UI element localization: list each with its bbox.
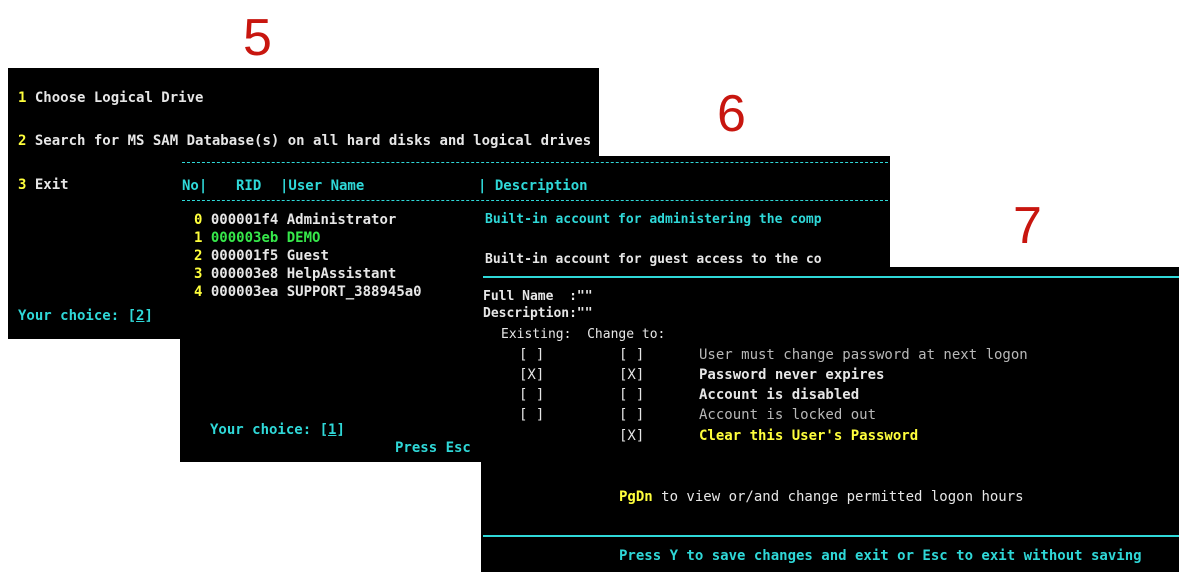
menu-option-2[interactable]: 2 Search for MS SAM Database(s) on all h… [18,133,591,149]
user-description: Built-in account for administering the c… [485,212,822,227]
flag-change-checkbox[interactable]: [ ] [619,407,644,423]
press-esc-hint: Press Esc [395,440,471,456]
choice-prompt[interactable]: Your choice: [1] [210,422,345,438]
divider [182,200,888,201]
user-rid: 000003e8 [210,266,279,282]
col-rid-header: RID [236,178,262,194]
user-name: HelpAssistant [286,266,397,282]
user-rid: 000001f4 [210,212,279,228]
user-description: Built-in account for guest access to the… [485,252,822,267]
flag-existing-checkbox: [ ] [519,407,545,423]
screen-user-edit: Full Name :"" Description:"" Existing: C… [481,267,1179,572]
menu-option-3[interactable]: 3 Exit [18,177,69,193]
columns-label: Existing: Change to: [501,327,666,342]
menu-option-1[interactable]: 1 Choose Logical Drive [18,90,203,106]
col-no-header: No| [182,178,208,194]
flag-existing-checkbox: [X] [519,367,545,383]
user-row[interactable]: 4 000003ea SUPPORT_388945a0 [194,284,422,300]
user-name: Administrator [286,212,397,228]
user-row[interactable]: 0 000001f4 Administrator [194,212,396,228]
step-number-7: 7 [1013,197,1042,255]
choice-prompt[interactable]: Your choice: [2] [18,308,153,324]
flag-label: Account is disabled [699,387,860,403]
user-row[interactable]: 3 000003e8 HelpAssistant [194,266,396,282]
flag-change-checkbox[interactable]: [X] [619,428,644,444]
step-number-5: 5 [243,9,272,67]
save-hint: Press Y to save changes and exit or Esc … [619,548,1142,564]
user-row[interactable]: 2 000001f5 Guest [194,248,329,264]
flag-change-checkbox[interactable]: [ ] [619,347,644,363]
description-field: Description:"" [483,306,593,321]
user-rid: 000003eb [210,230,279,246]
user-rid: 000001f5 [210,248,279,264]
divider [182,162,888,163]
flag-existing-checkbox: [ ] [519,347,545,363]
flag-label: Password never expires [699,367,885,383]
user-rid: 000003ea [210,284,279,300]
flag-label: User must change password at next logon [699,347,1028,363]
pgdn-hint: PgDn to view or/and change permitted log… [619,489,1024,505]
full-name-field: Full Name :"" [483,289,593,304]
flag-label: Clear this User's Password [699,428,919,444]
flag-existing-checkbox: [ ] [519,387,545,403]
divider [483,276,1179,278]
divider [483,535,1179,537]
step-number-6: 6 [717,85,746,143]
flag-change-checkbox[interactable]: [ ] [619,387,644,403]
user-name: SUPPORT_388945a0 [286,284,422,300]
col-description-header: | Description [478,178,588,194]
user-name: DEMO [286,230,321,246]
pgdn-key[interactable]: PgDn [619,489,653,505]
user-name: Guest [286,248,329,264]
flag-label: Account is locked out [699,407,877,423]
user-row[interactable]: 1 000003eb DEMO [194,230,320,246]
flag-change-checkbox[interactable]: [X] [619,367,644,383]
col-username-header: |User Name [280,178,365,194]
